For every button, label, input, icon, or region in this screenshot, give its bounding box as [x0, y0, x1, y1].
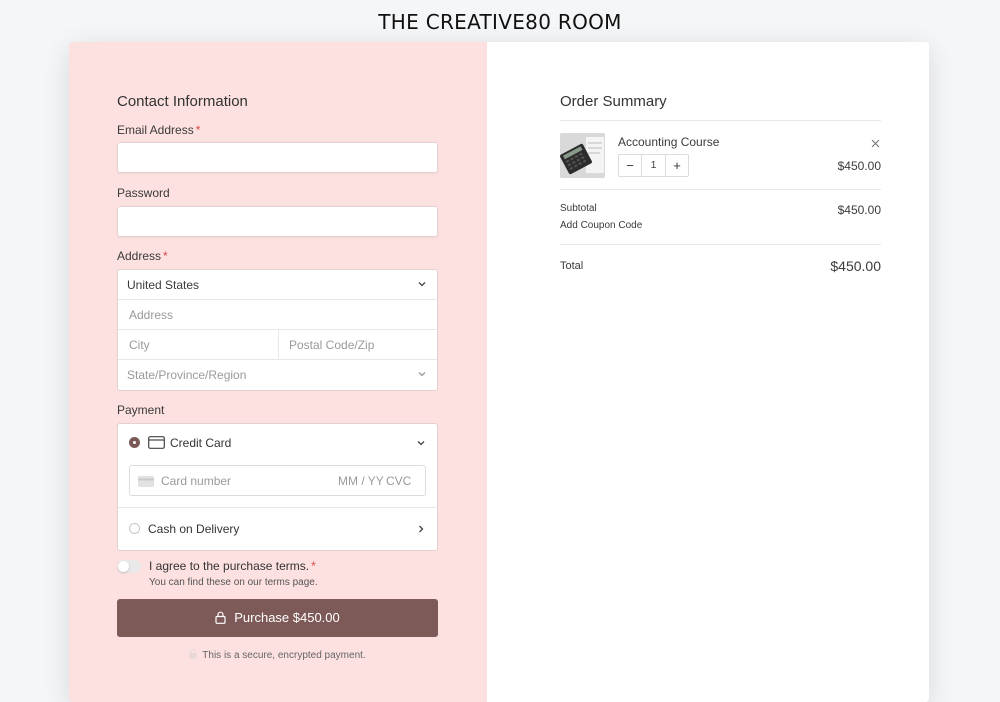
terms-label: I agree to the purchase terms. * — [149, 559, 316, 573]
terms-hint: You can find these on our terms page. — [149, 577, 318, 588]
address-placeholder: Address — [129, 308, 174, 322]
total-value: $450.00 — [830, 258, 881, 274]
checkout-card: Contact Information Email Address * Passw… — [69, 42, 929, 702]
password-label: Password — [117, 186, 170, 200]
order-summary-panel: Order Summary Accounting Course − 1 + $4… — [487, 42, 929, 702]
country-select[interactable]: United States — [118, 270, 437, 300]
item-price: $450.00 — [837, 159, 881, 173]
required-mark: * — [311, 559, 316, 573]
summary-divider — [560, 189, 881, 190]
subtotal-label: Subtotal — [560, 203, 597, 214]
country-value: United States — [127, 278, 200, 292]
card-placeholder-icon — [138, 476, 154, 487]
credit-card-icon — [148, 436, 165, 449]
email-field[interactable] — [117, 142, 438, 173]
subtotal-value: $450.00 — [837, 203, 881, 217]
city-input[interactable]: City — [129, 338, 150, 352]
required-mark: * — [195, 123, 201, 137]
product-thumbnail — [560, 133, 605, 178]
email-label: Email Address * — [117, 123, 201, 137]
purchase-label: Purchase $450.00 — [234, 610, 340, 625]
close-icon[interactable] — [871, 139, 880, 148]
cod-label: Cash on Delivery — [148, 522, 240, 536]
increase-quantity-button[interactable]: + — [666, 155, 688, 176]
chevron-right-icon — [419, 525, 424, 533]
contact-title: Contact Information — [117, 93, 248, 110]
lock-icon — [215, 611, 226, 624]
credit-card-option[interactable]: Credit Card — [118, 424, 437, 462]
add-coupon-link[interactable]: Add Coupon Code — [560, 220, 642, 231]
decrease-quantity-button[interactable]: − — [619, 155, 641, 176]
secure-note: This is a secure, encrypted payment. — [117, 649, 438, 661]
required-mark: * — [163, 249, 168, 263]
product-name: Accounting Course — [618, 135, 720, 149]
quantity-stepper: − 1 + — [618, 154, 689, 177]
credit-card-radio[interactable] — [129, 437, 140, 448]
total-label: Total — [560, 260, 584, 272]
purchase-button[interactable]: Purchase $450.00 — [117, 599, 438, 637]
order-summary-title: Order Summary — [560, 93, 667, 110]
checkout-form-panel: Contact Information Email Address * Passw… — [69, 42, 487, 702]
chevron-down-icon — [418, 282, 426, 287]
address-label: Address * — [117, 249, 168, 263]
state-placeholder: State/Province/Region — [127, 368, 247, 382]
state-select[interactable]: State/Province/Region — [118, 360, 437, 390]
quantity-value[interactable]: 1 — [641, 155, 666, 176]
city-postal-row: City Postal Code/Zip — [118, 330, 437, 360]
payment-title: Payment — [117, 403, 165, 417]
brand-title: THE CREATIVE80 ROOM — [378, 10, 622, 34]
expiry-input[interactable]: MM / YY — [338, 474, 384, 488]
postal-code-input[interactable]: Postal Code/Zip — [289, 338, 374, 352]
chevron-down-icon — [417, 441, 425, 446]
password-field[interactable] — [117, 206, 438, 237]
field-divider — [278, 330, 279, 360]
cash-on-delivery-option[interactable]: Cash on Delivery — [118, 508, 437, 551]
chevron-down-icon — [418, 372, 426, 377]
summary-divider — [560, 120, 881, 121]
credit-card-label: Credit Card — [170, 436, 232, 450]
cvc-input[interactable]: CVC — [386, 474, 411, 488]
address-input[interactable]: Address — [118, 300, 437, 330]
payment-methods: Credit Card Card number MM / YY CVC Cash… — [117, 423, 438, 551]
cod-radio[interactable] — [129, 523, 140, 534]
calculator-image — [560, 133, 605, 178]
card-number-input[interactable]: Card number MM / YY CVC — [129, 465, 426, 496]
lock-icon — [189, 649, 197, 659]
address-group: United States Address City Postal Code/Z… — [117, 269, 438, 391]
card-number-placeholder: Card number — [161, 474, 232, 488]
terms-toggle[interactable] — [117, 560, 141, 573]
summary-divider — [560, 244, 881, 245]
